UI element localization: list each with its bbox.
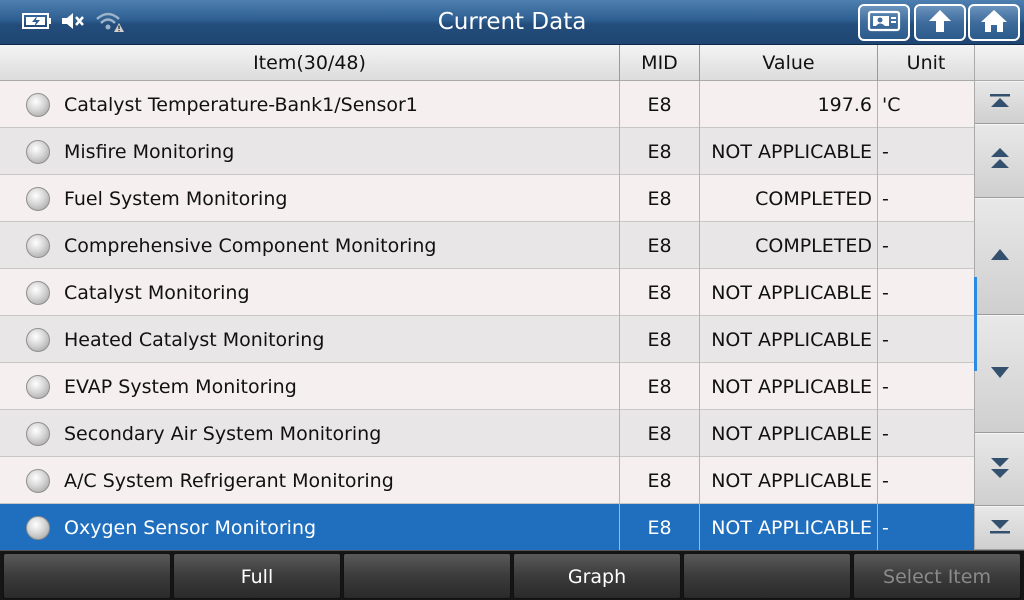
print-icon	[866, 9, 902, 37]
page-down-button[interactable]	[975, 433, 1024, 506]
mid-cell: E8	[620, 457, 700, 504]
unit-cell: -	[882, 423, 889, 445]
mid-cell: E8	[620, 269, 700, 316]
line-down-button[interactable]	[975, 315, 1024, 433]
value-cell: NOT APPLICABLE	[700, 410, 878, 457]
value-cell: NOT APPLICABLE	[700, 128, 878, 175]
item-cell: Oxygen Sensor Monitoring	[0, 504, 620, 551]
item-cell: Fuel System Monitoring	[0, 175, 620, 222]
value-cell: NOT APPLICABLE	[700, 457, 878, 504]
unit-cell: -	[882, 235, 889, 257]
column-header-unit: Unit	[906, 52, 946, 74]
toolbar-button-empty-2[interactable]	[343, 553, 511, 599]
item-cell: A/C System Refrigerant Monitoring	[0, 457, 620, 504]
scroll-controls	[974, 45, 1024, 550]
mid-cell: E8	[620, 81, 700, 128]
table-row[interactable]: A/C System Refrigerant Monitoring E8 NOT…	[0, 457, 974, 504]
item-cell: Comprehensive Component Monitoring	[0, 222, 620, 269]
mid-cell: E8	[620, 410, 700, 457]
toolbar-button-empty-3[interactable]	[683, 553, 851, 599]
item-cell: Catalyst Temperature-Bank1/Sensor1	[0, 81, 620, 128]
table-row[interactable]: Comprehensive Component Monitoring E8 CO…	[0, 222, 974, 269]
page-down-icon	[987, 454, 1013, 486]
value-cell: COMPLETED	[700, 175, 878, 222]
mid-cell: E8	[620, 222, 700, 269]
unit-cell: -	[882, 517, 889, 539]
unit-cell: 'C	[882, 94, 901, 116]
page-up-icon	[987, 145, 1013, 177]
scroll-header	[975, 45, 1024, 81]
value-cell: COMPLETED	[700, 222, 878, 269]
graph-button[interactable]: Graph	[513, 553, 681, 599]
mid-cell: E8	[620, 316, 700, 363]
unit-cell: -	[882, 470, 889, 492]
title-bar: Current Data	[0, 0, 1024, 45]
mid-cell: E8	[620, 504, 700, 551]
table-row[interactable]: Misfire Monitoring E8 NOT APPLICABLE -	[0, 128, 974, 175]
value-cell: NOT APPLICABLE	[700, 363, 878, 410]
table-body: Catalyst Temperature-Bank1/Sensor1 E8 19…	[0, 81, 974, 551]
item-cell: Heated Catalyst Monitoring	[0, 316, 620, 363]
toolbar-button-empty-1[interactable]	[3, 553, 171, 599]
unit-cell: -	[882, 282, 889, 304]
line-up-button[interactable]	[975, 198, 1024, 315]
value-cell: NOT APPLICABLE	[700, 269, 878, 316]
item-cell: EVAP System Monitoring	[0, 363, 620, 410]
select-item-button[interactable]: Select Item	[853, 553, 1021, 599]
value-cell: NOT APPLICABLE	[700, 316, 878, 363]
home-icon	[979, 8, 1009, 38]
table-row[interactable]: Heated Catalyst Monitoring E8 NOT APPLIC…	[0, 316, 974, 363]
mid-cell: E8	[620, 363, 700, 410]
full-button[interactable]: Full	[173, 553, 341, 599]
table-header: Item(30/48) MID Value Unit	[0, 45, 974, 81]
unit-cell: -	[882, 376, 889, 398]
unit-cell: -	[882, 188, 889, 210]
table-row[interactable]: Catalyst Monitoring E8 NOT APPLICABLE -	[0, 269, 974, 316]
unit-cell: -	[882, 141, 889, 163]
scroll-bottom-button[interactable]	[975, 506, 1024, 550]
scroll-bottom-icon	[987, 516, 1013, 540]
value-cell: 197.6	[700, 81, 878, 128]
unit-cell: -	[882, 329, 889, 351]
scroll-top-button[interactable]	[975, 81, 1024, 124]
scroll-position-indicator[interactable]	[974, 277, 977, 371]
line-down-icon	[987, 362, 1013, 386]
mid-cell: E8	[620, 175, 700, 222]
table-row[interactable]: Secondary Air System Monitoring E8 NOT A…	[0, 410, 974, 457]
home-button[interactable]	[968, 4, 1020, 41]
item-cell: Secondary Air System Monitoring	[0, 410, 620, 457]
scroll-top-icon	[987, 91, 1013, 115]
item-cell: Catalyst Monitoring	[0, 269, 620, 316]
table-row-selected[interactable]: Oxygen Sensor Monitoring E8 NOT APPLICAB…	[0, 504, 974, 551]
column-header-item: Item(30/48)	[0, 45, 620, 81]
print-button[interactable]	[858, 4, 910, 41]
column-header-value: Value	[700, 45, 878, 81]
back-icon	[925, 8, 955, 38]
value-cell: NOT APPLICABLE	[700, 504, 878, 551]
back-button[interactable]	[914, 4, 966, 41]
line-up-icon	[987, 245, 1013, 269]
table-row[interactable]: Fuel System Monitoring E8 COMPLETED -	[0, 175, 974, 222]
page-up-button[interactable]	[975, 124, 1024, 198]
table-row[interactable]: Catalyst Temperature-Bank1/Sensor1 E8 19…	[0, 81, 974, 128]
item-cell: Misfire Monitoring	[0, 128, 620, 175]
bottom-toolbar: Full Graph Select Item	[0, 550, 1024, 600]
mid-cell: E8	[620, 128, 700, 175]
column-header-mid: MID	[620, 45, 700, 81]
data-table: Item(30/48) MID Value Unit Catalyst Temp…	[0, 45, 974, 551]
table-row[interactable]: EVAP System Monitoring E8 NOT APPLICABLE…	[0, 363, 974, 410]
